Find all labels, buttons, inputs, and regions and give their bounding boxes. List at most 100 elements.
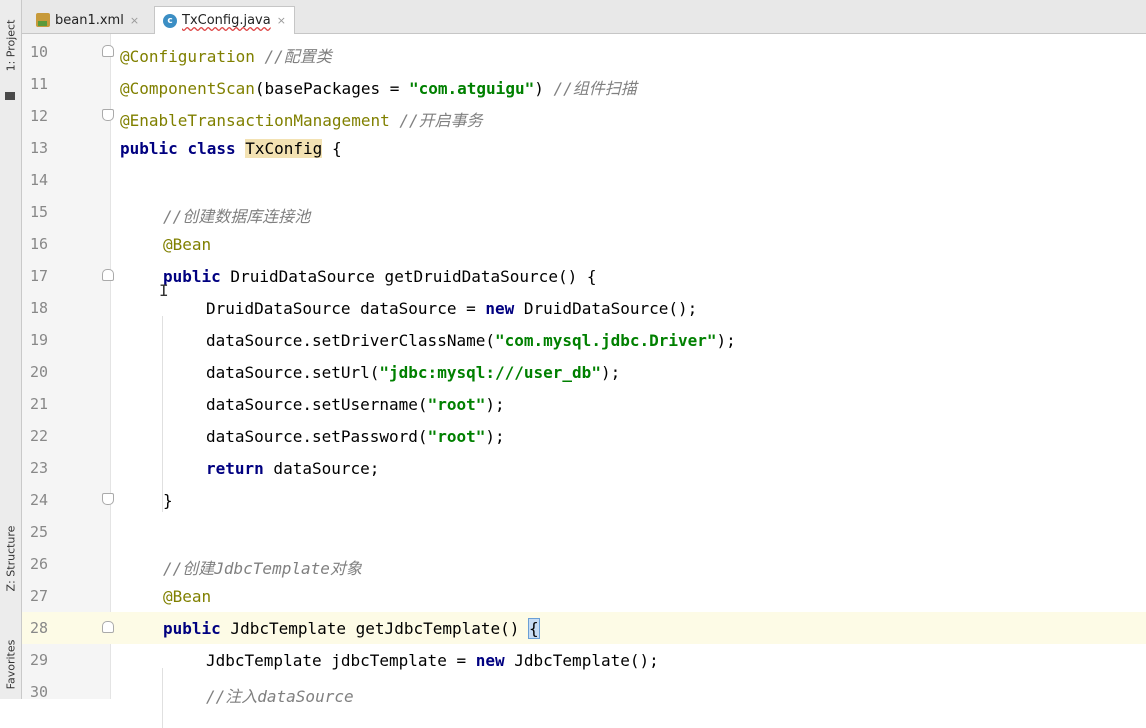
code-line[interactable]: 24} xyxy=(22,484,1146,516)
code-text: @ComponentScan(basePackages = "com.atgui… xyxy=(120,75,637,99)
code-line[interactable]: 19 dataSource.setDriverClassName("com.mys… xyxy=(22,324,1146,356)
code-line[interactable]: 28 public JdbcTemplate getJdbcTemplate() … xyxy=(22,612,1146,644)
favorites-tool-tab[interactable]: Favorites xyxy=(0,632,22,696)
code-token: { xyxy=(528,618,540,639)
fold-marker-icon[interactable] xyxy=(102,493,114,505)
line-number: 19 xyxy=(30,331,49,349)
code-token: @Configuration xyxy=(120,47,255,66)
code-token: DruidDataSource getDruidDataSource() { xyxy=(220,267,597,286)
code-line[interactable]: 10 @Configuration //配置类 xyxy=(22,36,1146,68)
code-token: ) xyxy=(534,79,554,98)
code-text: //创建JdbcTemplate对象 xyxy=(163,555,362,579)
code-token: (basePackages = xyxy=(254,79,409,98)
code-token: TxConfig xyxy=(245,139,323,158)
code-token: //注入dataSource xyxy=(206,687,354,706)
code-line[interactable]: 25 xyxy=(22,516,1146,548)
code-token: dataSource; xyxy=(263,459,380,478)
line-number: 22 xyxy=(30,427,49,445)
code-token: ); xyxy=(485,427,505,446)
code-token: //组件扫描 xyxy=(553,79,637,98)
code-line[interactable]: 17 public DruidDataSource getDruidDataSou… xyxy=(22,260,1146,292)
code-line[interactable]: 23 return dataSource; xyxy=(22,452,1146,484)
code-text: //创建数据库连接池 xyxy=(163,203,310,227)
line-number: 21 xyxy=(30,395,49,413)
structure-tool-tab[interactable]: Z: Structure xyxy=(0,516,22,600)
code-line[interactable]: 22 dataSource.setPassword("root"); xyxy=(22,420,1146,452)
code-token: //开启事务 xyxy=(399,111,483,130)
code-token: @ComponentScan xyxy=(120,79,255,98)
code-token: new xyxy=(485,299,515,318)
code-line[interactable]: 27 @Bean xyxy=(22,580,1146,612)
code-text: dataSource.setUrl("jdbc:mysql:///user_db… xyxy=(206,363,620,382)
line-number: 26 xyxy=(30,555,49,573)
code-token: dataSource.setDriverClassName( xyxy=(206,331,495,350)
code-line[interactable]: 20 dataSource.setUrl("jdbc:mysql:///user_… xyxy=(22,356,1146,388)
structure-tool-label: Z: Structure xyxy=(4,525,18,591)
fold-marker-icon[interactable] xyxy=(102,45,114,57)
line-number: 15 xyxy=(30,203,49,221)
code-token: "jdbc:mysql:///user_db" xyxy=(379,363,601,382)
line-number: 17 xyxy=(30,267,49,285)
code-token: public xyxy=(120,139,178,158)
line-number: 14 xyxy=(30,171,49,189)
close-icon[interactable]: × xyxy=(277,14,286,27)
code-text: dataSource.setDriverClassName("com.mysql… xyxy=(206,331,736,350)
code-token: class xyxy=(187,139,236,158)
code-token: DruidDataSource dataSource = xyxy=(206,299,486,318)
line-number: 16 xyxy=(30,235,49,253)
code-line[interactable]: 11 @ComponentScan(basePackages = "com.atg… xyxy=(22,68,1146,100)
tab-label: TxConfig.java xyxy=(182,13,271,28)
code-line[interactable]: 13 public class TxConfig { xyxy=(22,132,1146,164)
code-token: "root" xyxy=(427,395,486,414)
code-text: @Bean xyxy=(163,235,211,254)
code-token: { xyxy=(322,139,342,158)
tab-txconfig-java[interactable]: c TxConfig.java × xyxy=(154,6,295,34)
line-number: 29 xyxy=(30,651,49,669)
code-token: "com.atguigu" xyxy=(408,79,535,98)
code-token: JdbcTemplate jdbcTemplate = xyxy=(206,651,476,670)
code-token: JdbcTemplate getJdbcTemplate() xyxy=(220,619,530,638)
code-line[interactable]: 16 @Bean xyxy=(22,228,1146,260)
fold-marker-icon[interactable] xyxy=(102,621,114,633)
code-text: JdbcTemplate jdbcTemplate = new JdbcTemp… xyxy=(206,651,659,670)
code-token: //创建数据库连接池 xyxy=(163,207,311,226)
code-token: public xyxy=(163,619,221,638)
text-cursor-icon: I xyxy=(159,281,169,300)
code-editor[interactable]: 10 @Configuration //配置类 11 @ComponentScan(b… xyxy=(22,34,1146,728)
code-token: ); xyxy=(485,395,505,414)
fold-marker-icon[interactable] xyxy=(102,269,114,281)
code-line[interactable]: 26 //创建JdbcTemplate对象 xyxy=(22,548,1146,580)
editor-tab-bar: bean1.xml × c TxConfig.java × xyxy=(22,0,1146,34)
code-text: @Configuration //配置类 xyxy=(120,43,332,67)
tab-label: bean1.xml xyxy=(55,12,124,28)
line-number: 28 xyxy=(30,619,49,637)
code-line[interactable]: 29 JdbcTemplate jdbcTemplate = new JdbcTe… xyxy=(22,644,1146,676)
code-line[interactable]: 14 xyxy=(22,164,1146,196)
code-line[interactable]: 15 //创建数据库连接池 xyxy=(22,196,1146,228)
code-token: return xyxy=(206,459,264,478)
code-line[interactable]: 18 DruidDataSource dataSource = new Druid… xyxy=(22,292,1146,324)
fold-marker-icon[interactable] xyxy=(102,109,114,121)
code-line[interactable]: 12 @EnableTransactionManagement //开启事务 xyxy=(22,100,1146,132)
favorites-tool-label: Favorites xyxy=(4,639,18,689)
code-token: JdbcTemplate(); xyxy=(504,651,659,670)
code-line[interactable]: 30 //注入dataSource xyxy=(22,676,1146,708)
code-token: @Bean xyxy=(163,587,212,606)
xml-file-icon xyxy=(36,13,50,27)
code-token: "root" xyxy=(427,427,486,446)
java-class-icon: c xyxy=(163,13,177,28)
project-tool-tab[interactable]: 1: Project xyxy=(0,6,22,100)
tab-bean1-xml[interactable]: bean1.xml × xyxy=(28,6,147,34)
project-tool-label: 1: Project xyxy=(4,19,18,71)
code-text: @EnableTransactionManagement //开启事务 xyxy=(120,107,483,131)
line-number: 11 xyxy=(30,75,49,93)
code-token: @Bean xyxy=(163,235,212,254)
line-number: 24 xyxy=(30,491,49,509)
code-text: DruidDataSource dataSource = new DruidDa… xyxy=(206,299,697,318)
code-line[interactable]: 21 dataSource.setUsername("root"); xyxy=(22,388,1146,420)
line-number: 10 xyxy=(30,43,49,61)
close-icon[interactable]: × xyxy=(130,14,139,27)
